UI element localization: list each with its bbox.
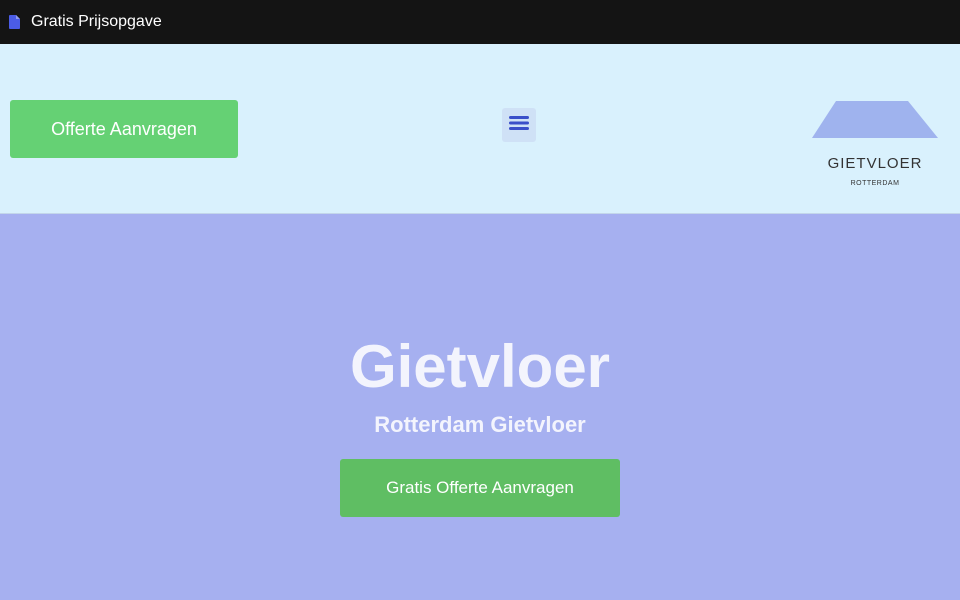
hero-title: Gietvloer [349, 333, 611, 400]
hamburger-menu-icon [509, 115, 529, 136]
hero-subtitle: Rotterdam Gietvloer [374, 412, 586, 437]
document-icon [9, 15, 20, 29]
menu-toggle-button[interactable] [502, 108, 536, 142]
window-titlebar: Gratis Prijsopgave [0, 0, 960, 44]
logo-roof-icon [812, 101, 938, 138]
site-logo[interactable]: GIETVLOER ROTTERDAM [812, 100, 940, 194]
site-header: Offerte Aanvragen GIETVLOER ROTTERDAM [0, 44, 960, 214]
hero-section: Gietvloer Rotterdam Gietvloer Gratis Off… [0, 214, 960, 600]
window-title: Gratis Prijsopgave [31, 13, 162, 30]
offerte-aanvragen-button[interactable]: Offerte Aanvragen [10, 100, 238, 158]
logo-subtitle: ROTTERDAM [850, 180, 900, 187]
gratis-offerte-aanvragen-button[interactable]: Gratis Offerte Aanvragen [340, 459, 620, 517]
logo-title: GIETVLOER [827, 155, 923, 172]
